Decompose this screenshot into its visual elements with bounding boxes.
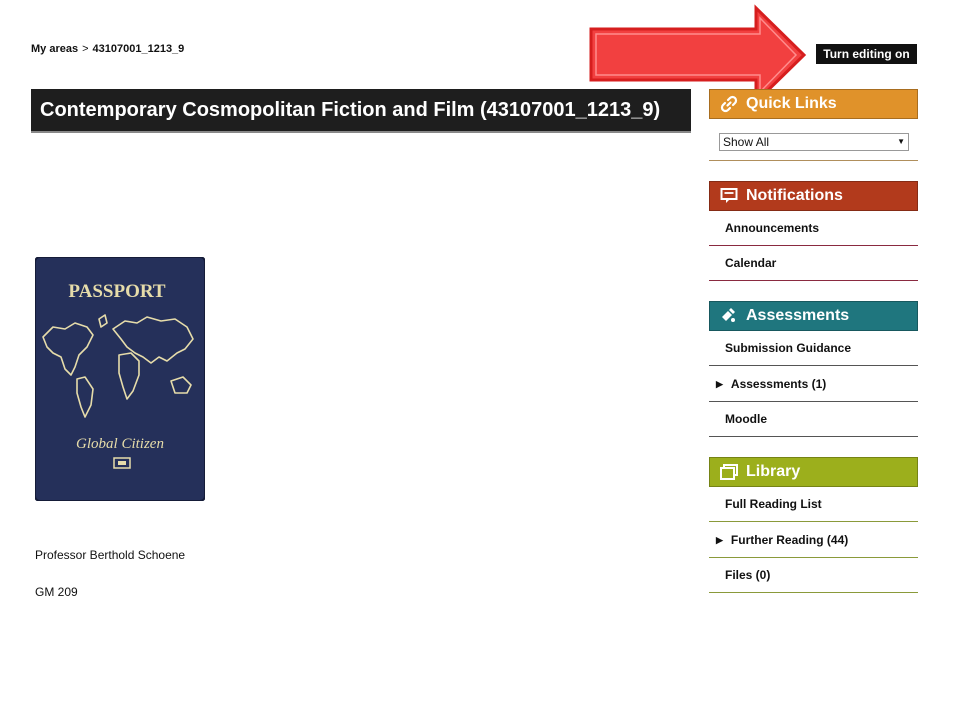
breadcrumb-current: 43107001_1213_9 <box>92 43 185 55</box>
turn-editing-on-button[interactable]: Turn editing on <box>816 44 917 64</box>
quick-links-select[interactable]: Show All ▼ <box>719 133 909 151</box>
sidebar-item-full-reading-list[interactable]: Full Reading List <box>709 487 918 522</box>
sidebar-item-label: Further Reading (44) <box>730 533 849 547</box>
chevron-down-icon: ▼ <box>897 137 905 146</box>
passport-heading: PASSPORT <box>68 281 165 302</box>
breadcrumb-separator: > <box>82 43 89 55</box>
sidebar-item-assessments[interactable]: ▶ Assessments (1) <box>709 367 918 402</box>
expand-triangle-icon: ▶ <box>716 534 723 545</box>
passport-image: PASSPORT Global Citizen <box>35 257 205 501</box>
sidebar-item-label: Announcements <box>725 221 820 235</box>
assessments-header[interactable]: Assessments <box>709 301 918 331</box>
notifications-header[interactable]: Notifications <box>709 181 918 211</box>
sidebar-item-label: Assessments (1) <box>730 377 827 391</box>
sidebar-item-label: Submission Guidance <box>725 341 852 355</box>
professor-name: Professor Berthold Schoene <box>35 548 186 562</box>
course-title: Contemporary Cosmopolitan Fiction and Fi… <box>31 89 691 133</box>
message-icon <box>720 187 738 205</box>
assessments-title: Assessments <box>746 307 850 324</box>
library-title: Library <box>746 463 801 480</box>
windows-icon <box>720 463 738 481</box>
sidebar-item-label: Files (0) <box>725 568 771 582</box>
sidebar-item-calendar[interactable]: Calendar <box>709 246 918 281</box>
sidebar-item-further-reading[interactable]: ▶ Further Reading (44) <box>709 523 918 558</box>
sidebar-item-moodle[interactable]: Moodle <box>709 402 918 437</box>
sidebar-item-announcements[interactable]: Announcements <box>709 211 918 246</box>
breadcrumb: My areas >43107001_1213_9 <box>31 43 184 55</box>
quick-links-title: Quick Links <box>746 95 837 112</box>
library-header[interactable]: Library <box>709 457 918 487</box>
passport-caption: Global Citizen <box>76 436 164 452</box>
sidebar-item-label: Full Reading List <box>725 497 822 511</box>
divider <box>709 160 918 161</box>
notifications-title: Notifications <box>746 187 843 204</box>
room-number: GM 209 <box>35 585 78 599</box>
sidebar-item-files[interactable]: Files (0) <box>709 558 918 593</box>
sidebar-item-label: Calendar <box>725 256 777 270</box>
sidebar-item-submission-guidance[interactable]: Submission Guidance <box>709 331 918 366</box>
pencil-icon <box>720 307 738 325</box>
sidebar-item-label: Moodle <box>725 412 767 426</box>
breadcrumb-my-areas[interactable]: My areas <box>31 43 78 55</box>
quick-links-select-value: Show All <box>723 135 770 149</box>
expand-triangle-icon: ▶ <box>716 378 723 389</box>
link-icon <box>720 95 738 113</box>
quick-links-header[interactable]: Quick Links <box>709 89 918 119</box>
